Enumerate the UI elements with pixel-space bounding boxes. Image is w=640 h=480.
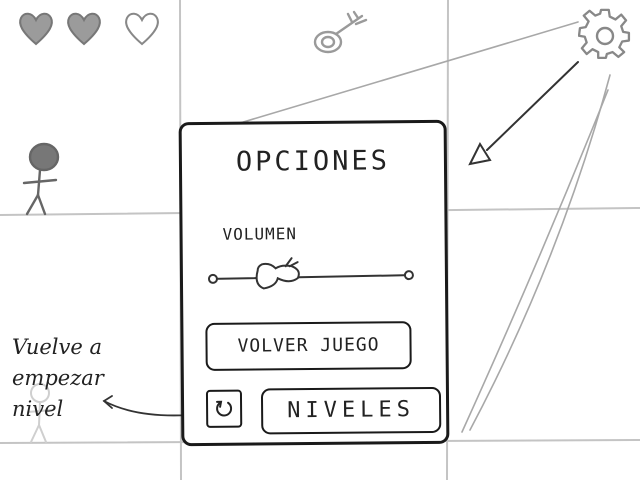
annotation-restart-note: Vuelve a empezar nivel [12,332,142,425]
annotation-line: nivel [12,397,64,421]
slider-end-right [403,270,414,281]
levels-button[interactable]: NIVELES [260,386,442,435]
slider-end-left [207,273,218,284]
resume-game-button[interactable]: VOLVER JUEGO [205,321,412,371]
sketch-connector-line [239,21,579,124]
lives-indicator [16,8,166,48]
annotation-line: empezar [12,366,104,390]
sketch-connector-line [461,89,609,433]
key-icon [313,10,368,54]
restart-level-button[interactable] [205,389,243,428]
restart-icon [216,400,233,417]
volume-label: VOLUMEN [222,224,298,244]
gear-icon[interactable] [578,8,632,62]
heart-full-icon [19,12,53,46]
volume-slider[interactable] [205,253,417,295]
annotation-line: Vuelve a [12,335,102,359]
arrow-to-options [468,61,579,166]
slider-track [211,274,410,280]
player-figure [22,142,60,216]
heart-full-icon [67,12,101,46]
sketch-connector-line [469,74,611,431]
slider-knob[interactable] [255,257,300,290]
heart-empty-icon [125,12,159,46]
dialog-title: OPCIONES [235,145,391,178]
options-dialog: OPCIONES VOLUMEN VOLVER JUEGO NIVELES [178,119,450,447]
